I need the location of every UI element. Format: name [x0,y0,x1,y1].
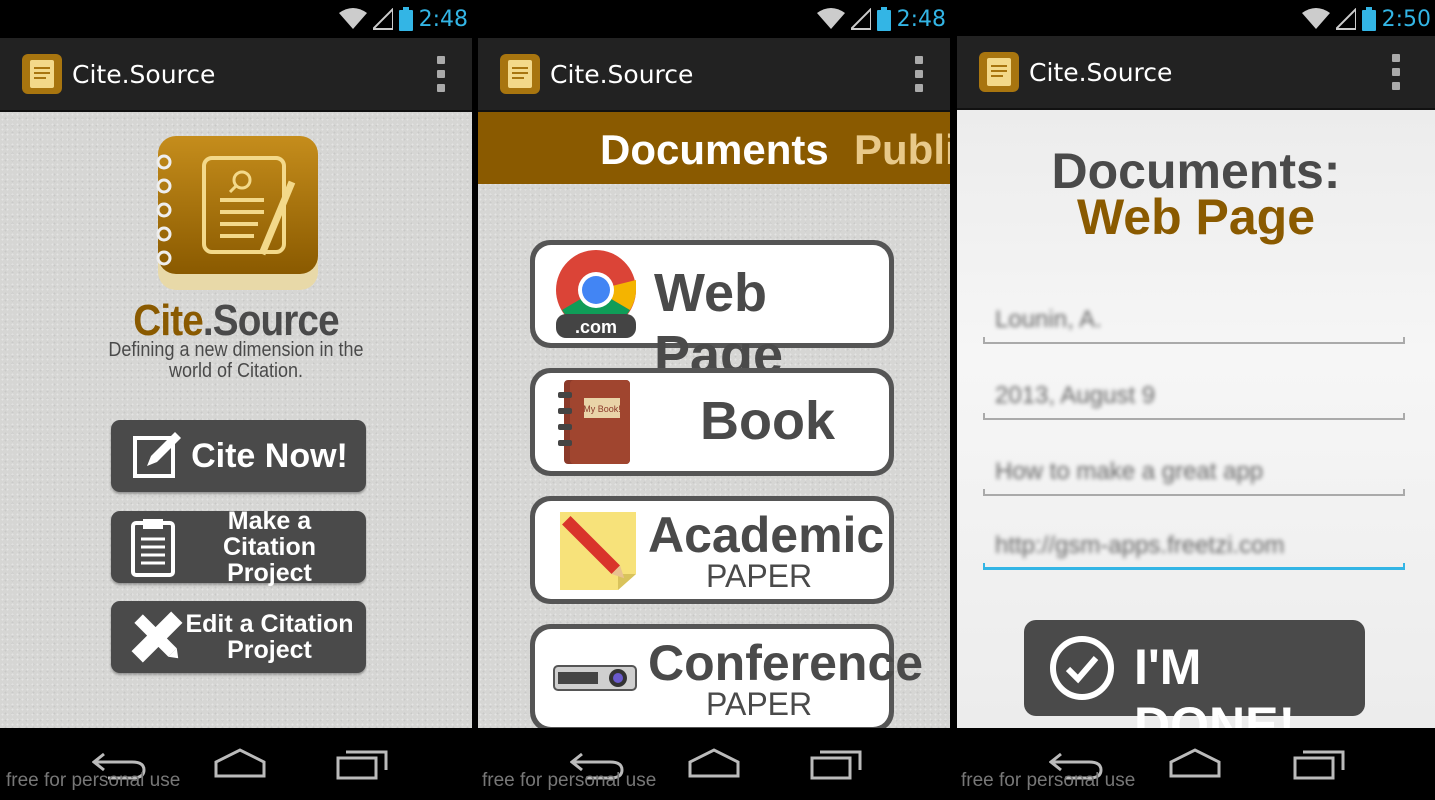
app-title: Cite.Source [550,60,694,89]
status-time: 2:50 [1381,6,1431,32]
screen-home: 2:48 Cite.Source Cite.Source Defining a … [0,0,472,800]
done-button[interactable]: I'M DONE! [1024,620,1365,753]
academic-sub-label: PAPER [706,558,813,594]
overflow-menu-icon[interactable] [914,56,924,92]
web-page-form-content: Documents: Web Page I'M DONE! [957,110,1435,753]
signal-icon [1335,8,1356,30]
web-badge-label: .com [575,317,617,337]
wifi-icon [1301,8,1330,29]
battery-icon [398,7,413,31]
action-bar: Cite.Source [0,38,472,112]
recent-apps-icon[interactable] [334,748,390,780]
author-field[interactable] [983,300,1405,344]
tagline-line-1: Defining a new dimension in the [108,339,364,361]
notebook-icon: My Book! [558,380,630,464]
pencil-ruler-icon [131,611,183,663]
recent-apps-icon[interactable] [1291,748,1347,780]
tagline-line-2: world of Citation. [168,360,304,382]
tagline: Defining a new dimension in the world of… [0,340,472,382]
signal-icon [850,8,871,30]
page-subtitle: Web Page [1076,189,1316,245]
app-title: Cite.Source [72,60,216,89]
watermark: free for personal use [961,770,1136,791]
home-icon[interactable] [212,748,268,780]
battery-icon [1361,7,1376,31]
cite-now-label: Cite Now! [191,436,348,475]
conference-paper-button[interactable]: Conference PAPER [530,624,923,732]
clipboard-icon [131,519,175,577]
tab-publications[interactable]: Publi [854,126,950,174]
documents-content: Documents Publi .com Web Page My Book! B… [478,112,950,732]
book-button[interactable]: My Book! Book [530,368,894,476]
action-bar: Cite.Source [957,36,1435,110]
nav-bar: free for personal use [0,728,472,800]
book-label: Book [700,391,835,451]
app-logo-icon[interactable] [498,52,542,96]
conference-label: Conference [648,635,924,691]
status-time: 2:48 [896,6,946,32]
title-field[interactable] [983,452,1405,496]
status-time: 2:48 [418,6,468,32]
web-page-button[interactable]: .com Web Page [530,240,894,385]
make-citation-project-button[interactable]: Make a Citation Project [111,507,366,587]
date-field[interactable] [983,376,1405,420]
watermark: free for personal use [6,770,181,791]
chrome-globe-icon: .com [556,250,636,338]
nav-bar: free for personal use [957,728,1435,800]
recent-apps-icon[interactable] [808,748,864,780]
cite-source-logo-icon [156,136,318,290]
category-tabs: Documents Publi [478,112,950,184]
url-input[interactable] [983,526,1405,566]
home-content: Cite.Source Defining a new dimension in … [0,112,472,728]
status-bar: 2:50 [957,0,1435,38]
projector-icon [553,665,637,691]
signal-icon [372,8,393,30]
screen-documents: 2:48 Cite.Source Documents Publi .com We… [478,0,950,800]
edit-citation-project-button[interactable]: Edit a Citation Project [111,601,366,673]
status-bar: 2:48 [0,0,472,38]
notebook-label: My Book! [583,404,621,414]
battery-icon [876,7,891,31]
app-logo-icon[interactable] [977,50,1021,94]
url-field[interactable] [983,526,1405,570]
app-title: Cite.Source [1029,58,1173,87]
edit-citation-project-label: Edit a Citation Project [185,610,354,664]
tab-documents[interactable]: Documents [600,126,829,174]
title-input[interactable] [983,452,1405,492]
home-icon[interactable] [1167,748,1223,780]
wifi-icon [338,8,367,29]
edit-icon [133,432,181,478]
wifi-icon [816,8,845,29]
action-bar: Cite.Source [478,38,950,112]
overflow-menu-icon[interactable] [1391,54,1401,90]
cite-now-button[interactable]: Cite Now! [111,420,366,492]
author-input[interactable] [983,300,1405,340]
status-bar: 2:48 [478,0,950,38]
academic-label: Academic [648,507,885,563]
screen-web-page-form: 2:50 Cite.Source Documents: Web Page Lou… [957,0,1435,800]
watermark: free for personal use [482,770,657,791]
home-icon[interactable] [686,748,742,780]
academic-paper-button[interactable]: Academic PAPER [530,496,894,604]
app-logo-icon[interactable] [20,52,64,96]
nav-bar: free for personal use [478,728,950,800]
conference-sub-label: PAPER [706,686,813,722]
make-citation-project-label: Make a Citation Project [222,507,317,587]
overflow-menu-icon[interactable] [436,56,446,92]
date-input[interactable] [983,376,1405,416]
check-circle-icon [1050,636,1114,700]
sticky-note-pencil-icon [560,512,636,590]
